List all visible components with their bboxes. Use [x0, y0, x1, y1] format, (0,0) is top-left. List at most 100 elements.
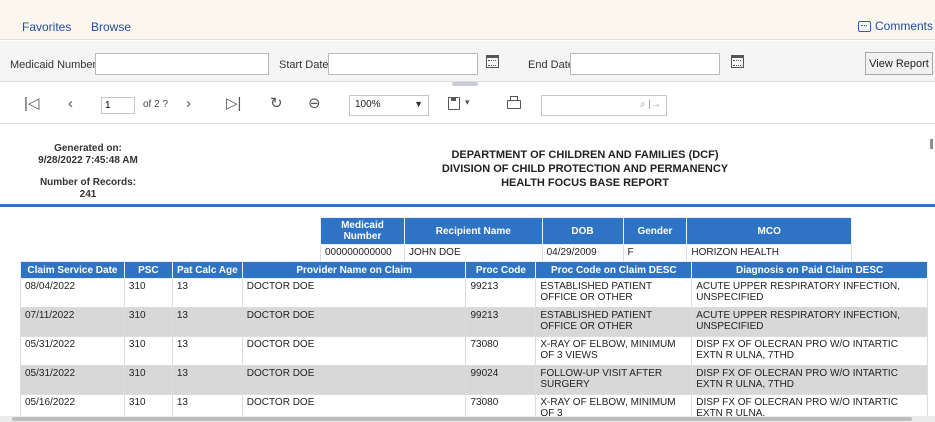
recipient-name-cell: JOHN DOE	[403, 244, 543, 262]
table-cell: 08/04/2022	[20, 278, 125, 308]
table-cell: X-RAY OF ELBOW, MINIMUM OF 3 VIEWS	[535, 336, 693, 366]
medicaid-number-cell: 000000000000	[320, 244, 405, 262]
table-row: 08/04/2022 310 13 DOCTOR DOE 99213 ESTAB…	[20, 278, 928, 308]
column-header: Proc Code	[465, 261, 537, 279]
table-cell: 99024	[465, 365, 537, 395]
table-cell: 310	[123, 336, 173, 366]
generated-on: Generated on: 9/28/2022 7:45:48 AM	[33, 143, 143, 167]
report-toolbar: |◁ ‹ of 2 ? › ▷| ↻ ⊖ 100% ▼ ▾ ⌕ |→	[0, 86, 935, 124]
column-header: Recipient Name	[403, 217, 543, 245]
column-header: Medicaid Number	[320, 217, 405, 245]
recipient-row: 000000000000 JOHN DOE 04/29/2009 F HORIZ…	[320, 244, 852, 262]
browse-link[interactable]: Browse	[91, 20, 131, 34]
back-icon[interactable]: ⊖	[308, 96, 321, 112]
horizontal-scrollbar[interactable]	[0, 416, 935, 422]
generated-label: Generated on:	[54, 143, 122, 154]
table-cell: DOCTOR DOE	[241, 278, 467, 308]
last-page-icon[interactable]: ▷|	[226, 96, 241, 112]
table-row: 05/31/2022 310 13 DOCTOR DOE 73080 X-RAY…	[20, 336, 928, 366]
medicaid-number-input[interactable]	[95, 53, 269, 75]
view-report-button[interactable]: View Report	[865, 52, 933, 75]
column-header: MCO	[686, 217, 852, 245]
column-header: Gender	[622, 217, 688, 245]
favorites-link[interactable]: Favorites	[22, 20, 71, 34]
find-next-icon[interactable]: |→	[648, 99, 661, 110]
table-cell: 73080	[465, 336, 537, 366]
prev-page-icon[interactable]: ‹	[68, 96, 73, 112]
start-date-calendar-icon[interactable]	[486, 55, 499, 68]
recipient-table: Medicaid Number Recipient Name DOB Gende…	[320, 217, 852, 262]
table-cell: 310	[123, 365, 173, 395]
chevron-down-icon: ▼	[414, 99, 423, 109]
vertical-scrollbar[interactable]	[930, 139, 933, 149]
mco-cell: HORIZON HEALTH	[686, 244, 852, 262]
report-title-line-2: DIVISION OF CHILD PROTECTION AND PERMANE…	[441, 163, 729, 175]
refresh-icon[interactable]: ↻	[270, 96, 283, 112]
comment-icon	[857, 20, 871, 32]
parameters-bar: Medicaid Number Start Date End Date View…	[0, 41, 935, 82]
end-date-label: End Date	[528, 59, 574, 71]
table-cell: ESTABLISHED PATIENT OFFICE OR OTHER	[535, 307, 693, 337]
records-value: 241	[79, 189, 97, 200]
page-count-label: of 2 ?	[143, 99, 169, 110]
table-cell: FOLLOW-UP VISIT AFTER SURGERY	[535, 365, 693, 395]
page-number-input[interactable]	[101, 97, 135, 114]
print-icon[interactable]	[507, 96, 521, 110]
zoom-select[interactable]: 100% ▼	[349, 95, 429, 116]
table-cell: 13	[171, 336, 243, 366]
next-page-icon[interactable]: ›	[186, 96, 191, 112]
scrollbar-thumb[interactable]	[12, 417, 912, 421]
dob-cell: 04/29/2009	[541, 244, 624, 262]
claims-header-row: Claim Service Date PSC Pat Calc Age Prov…	[20, 261, 928, 279]
records-label: Number of Records:	[39, 177, 137, 188]
table-cell: DISP FX OF OLECRAN PRO W/O INTARTIC EXTN…	[691, 365, 928, 395]
end-date-calendar-icon[interactable]	[731, 55, 744, 68]
column-header: Claim Service Date	[20, 261, 125, 279]
end-date-input[interactable]	[570, 53, 720, 75]
first-page-icon[interactable]: |◁	[24, 96, 39, 112]
comments-button[interactable]: Comments	[857, 19, 933, 33]
table-cell: 99213	[465, 278, 537, 308]
table-cell: 13	[171, 278, 243, 308]
column-header: PSC	[123, 261, 173, 279]
column-header: Pat Calc Age	[171, 261, 243, 279]
table-cell: 310	[123, 307, 173, 337]
generated-value: 9/28/2022 7:45:48 AM	[38, 155, 138, 166]
table-cell: ACUTE UPPER RESPIRATORY INFECTION, UNSPE…	[691, 278, 928, 308]
column-header: Diagnosis on Paid Claim DESC	[691, 261, 928, 279]
table-row: 07/11/2022 310 13 DOCTOR DOE 99213 ESTAB…	[20, 307, 928, 337]
search-icon[interactable]: ⌕	[640, 99, 646, 110]
table-cell: 05/31/2022	[20, 336, 125, 366]
table-cell: ESTABLISHED PATIENT OFFICE OR OTHER	[535, 278, 693, 308]
medicaid-number-label: Medicaid Number	[10, 59, 97, 71]
save-chevron-down-icon[interactable]: ▾	[465, 97, 470, 108]
save-icon[interactable]	[448, 97, 460, 110]
table-cell: DOCTOR DOE	[241, 336, 467, 366]
table-cell: 05/31/2022	[20, 365, 125, 395]
recipient-header-row: Medicaid Number Recipient Name DOB Gende…	[320, 217, 852, 245]
report-title-line-1: DEPARTMENT OF CHILDREN AND FAMILIES (DCF…	[451, 149, 719, 161]
top-nav-bar: Favorites Browse Comments	[0, 0, 935, 40]
claims-table: Claim Service Date PSC Pat Calc Age Prov…	[20, 261, 928, 422]
gender-cell: F	[622, 244, 688, 262]
column-header: Provider Name on Claim	[241, 261, 467, 279]
start-date-input[interactable]	[328, 53, 478, 75]
report-title: DEPARTMENT OF CHILDREN AND FAMILIES (DCF…	[410, 148, 760, 190]
column-header: Proc Code on Claim DESC	[535, 261, 693, 279]
table-row: 05/31/2022 310 13 DOCTOR DOE 99024 FOLLO…	[20, 365, 928, 395]
table-cell: 13	[171, 365, 243, 395]
table-cell: DOCTOR DOE	[241, 365, 467, 395]
table-cell: 07/11/2022	[20, 307, 125, 337]
table-cell: ACUTE UPPER RESPIRATORY INFECTION, UNSPE…	[691, 307, 928, 337]
number-of-records: Number of Records: 241	[33, 177, 143, 201]
table-cell: DISP FX OF OLECRAN PRO W/O INTARTIC EXTN…	[691, 336, 928, 366]
table-cell: 99213	[465, 307, 537, 337]
column-header: DOB	[541, 217, 624, 245]
table-cell: 310	[123, 278, 173, 308]
start-date-label: Start Date	[279, 59, 329, 71]
find-input[interactable]: ⌕ |→	[541, 95, 667, 116]
header-divider	[0, 204, 935, 207]
table-cell: 13	[171, 307, 243, 337]
report-title-line-3: HEALTH FOCUS BASE REPORT	[501, 177, 669, 189]
zoom-value: 100%	[355, 99, 381, 110]
